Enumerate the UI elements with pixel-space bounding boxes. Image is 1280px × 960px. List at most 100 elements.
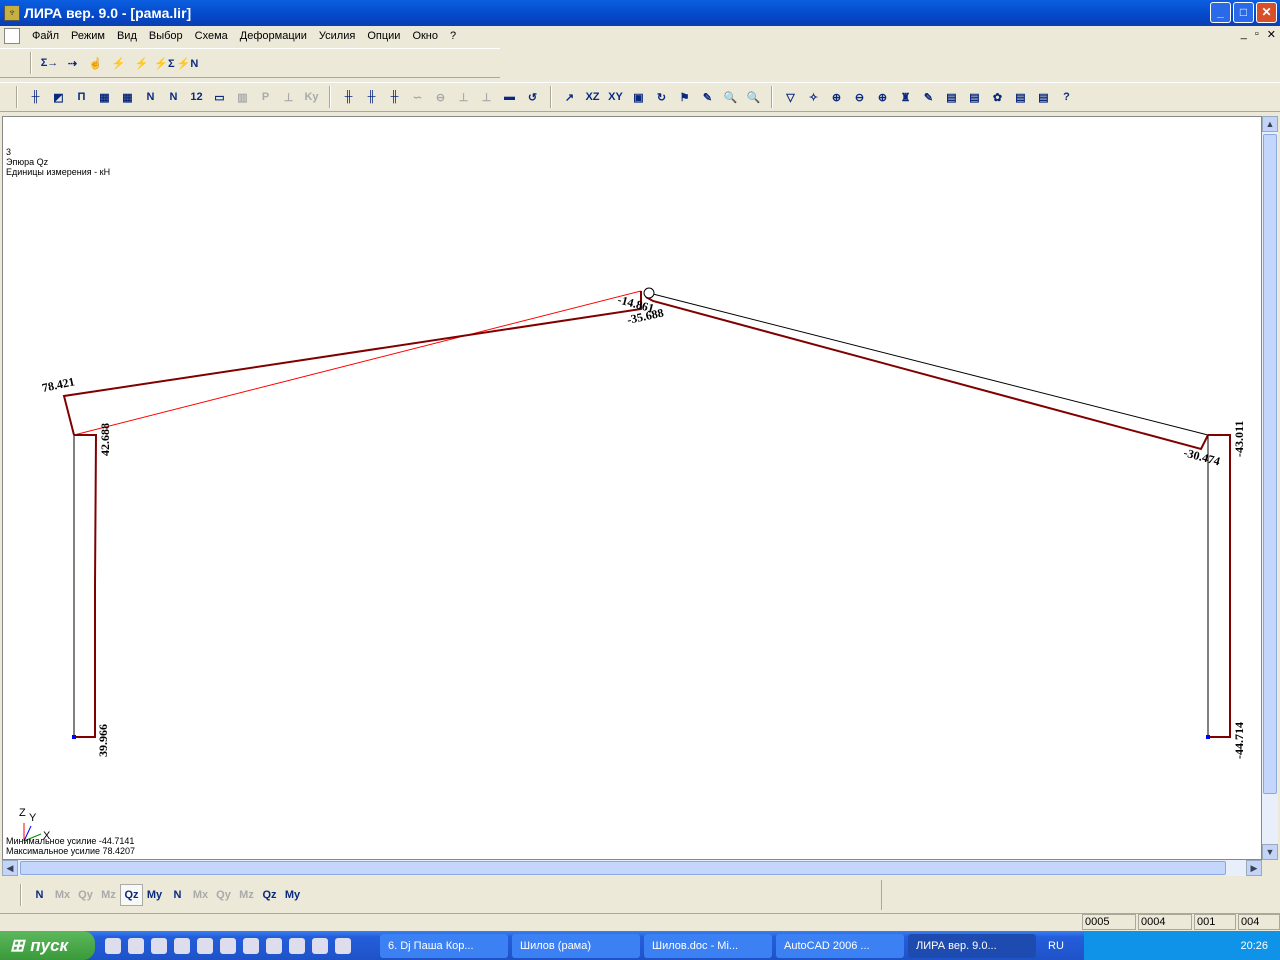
toolbar1-button-icon[interactable]: ⚡ — [107, 52, 130, 74]
toolbar2-button-icon[interactable]: Π — [70, 86, 93, 108]
toolbar4-button-icon[interactable]: ✎ — [696, 86, 719, 108]
quick-launch-icon[interactable] — [312, 937, 328, 954]
menu-window[interactable]: Окно — [406, 30, 444, 42]
force-button-qy[interactable]: Qy — [212, 884, 235, 906]
toolbar4-button-icon[interactable]: ↻ — [650, 86, 673, 108]
toolbar1-button-icon[interactable]: ⚡ — [130, 52, 153, 74]
task-winamp[interactable]: 6. Dj Паша Кор... — [380, 933, 508, 958]
toolbar2-button-icon[interactable]: ▥ — [231, 86, 254, 108]
task-word[interactable]: Шилов.doc - Mi... — [644, 933, 772, 958]
force-button-qz[interactable]: Qz — [120, 884, 143, 906]
quick-launch-icon[interactable] — [289, 937, 305, 954]
drawing-canvas[interactable]: 3 Эпюра Qz Единицы измерения - кН 78.421… — [2, 116, 1262, 860]
toolbar3-button-icon[interactable]: ⊥ — [452, 86, 475, 108]
mdi-minimize-button[interactable]: _ — [1241, 28, 1247, 41]
toolbar5-button-icon[interactable]: ▤ — [1032, 86, 1055, 108]
toolbar4-button-icon[interactable]: 🔍 — [719, 86, 742, 108]
toolbar5-button-icon[interactable]: ✧ — [802, 86, 825, 108]
toolbar4-button-icon[interactable]: XY — [604, 86, 627, 108]
menu-select[interactable]: Выбор — [143, 30, 189, 42]
toolbar2-button-icon[interactable]: ╫ — [24, 86, 47, 108]
force-button-qz[interactable]: Qz — [258, 884, 281, 906]
toolbar5-button-icon[interactable]: ⊖ — [848, 86, 871, 108]
quick-launch-icon[interactable] — [266, 937, 282, 954]
toolbar1-button-icon[interactable]: ⚡N — [176, 52, 199, 74]
toolbar5-button-icon[interactable]: ▤ — [963, 86, 986, 108]
toolbar3-button-icon[interactable]: ╫ — [360, 86, 383, 108]
quick-launch-icon[interactable] — [335, 937, 351, 954]
toolbar5-button-icon[interactable]: ✎ — [917, 86, 940, 108]
horizontal-scroll-thumb[interactable] — [20, 861, 1226, 875]
quick-launch-icon[interactable] — [243, 937, 259, 954]
vertical-scrollbar[interactable]: ▲ ▼ — [1262, 116, 1278, 860]
menu-view[interactable]: Вид — [111, 30, 143, 42]
force-button-mz[interactable]: Mz — [235, 884, 258, 906]
toolbar2-button-icon[interactable]: ▦ — [93, 86, 116, 108]
toolbar3-button-icon[interactable]: ⊖ — [429, 86, 452, 108]
force-button-n[interactable]: N — [166, 884, 189, 906]
toolbar5-button-icon[interactable]: ⊕ — [825, 86, 848, 108]
toolbar5-button-icon[interactable]: ♜ — [894, 86, 917, 108]
scroll-left-button[interactable]: ◀ — [2, 860, 18, 876]
horizontal-scrollbar[interactable]: ◀ ▶ — [2, 860, 1262, 876]
task-folder[interactable]: Шилов (рама) — [512, 933, 640, 958]
quick-launch-icon[interactable] — [174, 937, 190, 954]
start-button[interactable]: ⊞ пуск — [0, 931, 95, 960]
quick-launch-icon[interactable] — [197, 937, 213, 954]
menu-help[interactable]: ? — [444, 30, 462, 42]
scroll-down-button[interactable]: ▼ — [1262, 844, 1278, 860]
toolbar3-button-icon[interactable]: ∽ — [406, 86, 429, 108]
toolbar3-button-icon[interactable]: ↺ — [521, 86, 544, 108]
toolbar4-button-icon[interactable]: XZ — [581, 86, 604, 108]
toolbar3-button-icon[interactable]: ▬ — [498, 86, 521, 108]
toolbar5-button-icon[interactable]: ? — [1055, 86, 1078, 108]
toolbar5-button-icon[interactable]: ⊕ — [871, 86, 894, 108]
toolbar5-button-icon[interactable]: ▤ — [940, 86, 963, 108]
toolbar2-button-icon[interactable]: N — [162, 86, 185, 108]
toolbar3-button-icon[interactable]: ╫ — [383, 86, 406, 108]
toolbar2-button-icon[interactable]: 12 — [185, 86, 208, 108]
document-icon[interactable] — [4, 27, 20, 44]
task-lira[interactable]: ЛИРА вер. 9.0... — [908, 933, 1036, 958]
force-button-mz[interactable]: Mz — [97, 884, 120, 906]
close-button[interactable]: ✕ — [1256, 2, 1277, 23]
toolbar5-button-icon[interactable]: ▤ — [1009, 86, 1032, 108]
quick-launch-icon[interactable] — [151, 937, 167, 954]
scroll-up-button[interactable]: ▲ — [1262, 116, 1278, 132]
force-button-mx[interactable]: Mx — [51, 884, 74, 906]
toolbar1-button-icon[interactable]: ⇢ — [61, 52, 84, 74]
menu-file[interactable]: Файл — [26, 30, 65, 42]
maximize-button[interactable]: □ — [1233, 2, 1254, 23]
menu-deformations[interactable]: Деформации — [234, 30, 313, 42]
toolbar4-button-icon[interactable]: ▣ — [627, 86, 650, 108]
quick-launch-icon[interactable] — [105, 937, 121, 954]
quick-launch-icon[interactable] — [128, 937, 144, 954]
quick-launch-icon[interactable] — [220, 937, 236, 954]
toolbar1-button-icon[interactable]: ⚡Σ — [153, 52, 176, 74]
mdi-close-button[interactable]: ✕ — [1267, 28, 1276, 41]
toolbar3-button-icon[interactable]: ╫ — [337, 86, 360, 108]
menu-options[interactable]: Опции — [361, 30, 406, 42]
clock[interactable]: 20:26 — [1240, 940, 1268, 952]
toolbar4-button-icon[interactable]: ↗ — [558, 86, 581, 108]
toolbar4-button-icon[interactable]: ⚑ — [673, 86, 696, 108]
scroll-right-button[interactable]: ▶ — [1246, 860, 1262, 876]
force-button-n[interactable]: N — [28, 884, 51, 906]
toolbar2-button-icon[interactable]: ▦ — [116, 86, 139, 108]
language-indicator[interactable]: RU — [1048, 940, 1088, 952]
toolbar1-button-icon[interactable]: ☝ — [84, 52, 107, 74]
force-button-my[interactable]: My — [143, 884, 166, 906]
toolbar2-button-icon[interactable]: P — [254, 86, 277, 108]
force-button-mx[interactable]: Mx — [189, 884, 212, 906]
toolbar4-button-icon[interactable]: 🔍 — [742, 86, 765, 108]
toolbar1-button-icon[interactable]: Σ→ — [38, 52, 61, 74]
minimize-button[interactable]: _ — [1210, 2, 1231, 23]
toolbar2-button-icon[interactable]: ◩ — [47, 86, 70, 108]
task-autocad[interactable]: AutoCAD 2006 ... — [776, 933, 904, 958]
toolbar2-button-icon[interactable]: Ky — [300, 86, 323, 108]
force-button-my[interactable]: My — [281, 884, 304, 906]
mdi-restore-button[interactable]: ▫ — [1255, 28, 1259, 41]
toolbar2-button-icon[interactable]: ▭ — [208, 86, 231, 108]
toolbar2-button-icon[interactable]: N — [139, 86, 162, 108]
vertical-scroll-thumb[interactable] — [1263, 134, 1277, 794]
